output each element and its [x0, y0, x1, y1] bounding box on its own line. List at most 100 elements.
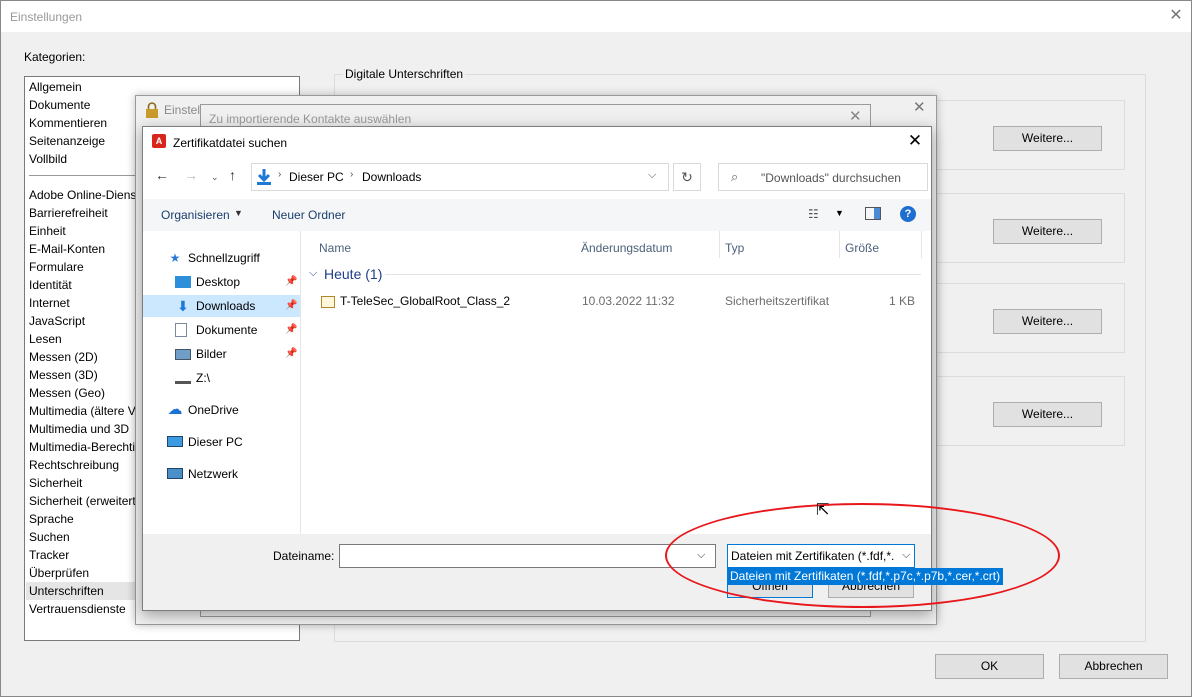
breadcrumb-chevron-icon[interactable]: › [350, 169, 353, 180]
up-arrow-icon[interactable]: ↑ [229, 167, 236, 183]
forward-arrow-icon[interactable]: → [184, 167, 198, 183]
file-name[interactable]: T-TeleSec_GlobalRoot_Class_2 [340, 294, 510, 308]
category-item[interactable]: Sicherheit (erweitert) [29, 492, 140, 510]
search-input[interactable]: ⌕ "Downloads" durchsuchen [718, 163, 928, 191]
nav-item-documents[interactable]: Dokumente 📌 [143, 319, 300, 341]
category-item[interactable]: Identität [29, 276, 72, 294]
nav-item-quick-access[interactable]: ★ Schnellzugriff [143, 247, 300, 269]
category-item[interactable]: Kommentieren [29, 114, 107, 132]
category-item[interactable]: Multimedia (ältere V [29, 402, 136, 420]
filename-input[interactable] [339, 544, 716, 568]
nav-label: Dokumente [196, 323, 258, 337]
category-item[interactable]: Vertrauensdienste [29, 600, 126, 618]
nav-item-network[interactable]: Netzwerk [143, 463, 300, 485]
category-item[interactable]: Sprache [29, 510, 74, 528]
more-button[interactable]: Weitere... [993, 219, 1102, 244]
category-item[interactable]: Überprüfen [29, 564, 89, 582]
pictures-icon [175, 349, 191, 360]
nav-label: Z:\ [196, 371, 210, 385]
nav-item-onedrive[interactable]: ☁ OneDrive [143, 399, 300, 421]
column-header-type[interactable]: Typ [725, 241, 744, 255]
settings-close-button[interactable]: ✕ [1166, 6, 1186, 26]
column-header-date[interactable]: Änderungsdatum [581, 241, 672, 255]
category-item[interactable]: Adobe Online-Dienst [29, 186, 140, 204]
category-item[interactable]: Suchen [29, 528, 70, 546]
file-size: 1 KB [889, 294, 916, 308]
category-item[interactable]: Lesen [29, 330, 62, 348]
breadcrumb-chevron-icon[interactable]: › [278, 169, 281, 180]
address-bar[interactable]: › Dieser PC › Downloads ⌵ [251, 163, 669, 191]
lock-icon [146, 102, 158, 118]
breadcrumb-this-pc[interactable]: Dieser PC [289, 170, 344, 184]
column-divider[interactable] [839, 231, 840, 258]
nav-item-downloads[interactable]: ⬇ Downloads 📌 [143, 295, 300, 317]
category-item[interactable]: Sicherheit [29, 474, 82, 492]
category-item[interactable]: Tracker [29, 546, 69, 564]
category-item[interactable]: Messen (3D) [29, 366, 98, 384]
more-button[interactable]: Weitere... [993, 402, 1102, 427]
nav-item-this-pc[interactable]: Dieser PC [143, 431, 300, 453]
column-header-size[interactable]: Größe [845, 241, 879, 255]
category-item[interactable]: Seitenanzeige [29, 132, 105, 150]
preview-pane-icon[interactable] [865, 207, 881, 220]
command-toolbar: Organisieren ▼ Neuer Ordner ☷ ▼ ? [143, 199, 931, 231]
dropdown-triangle-icon[interactable]: ▼ [234, 208, 243, 218]
help-icon[interactable]: ? [900, 206, 916, 222]
recent-locations-chevron-icon[interactable]: ⌄ [211, 172, 219, 183]
column-divider[interactable] [719, 231, 720, 258]
category-item[interactable]: E-Mail-Konten [29, 240, 105, 258]
pin-icon: 📌 [285, 324, 298, 335]
category-item[interactable]: Rechtschreibung [29, 456, 119, 474]
pdf-icon: A [152, 134, 166, 148]
category-item[interactable]: Formulare [29, 258, 84, 276]
more-button[interactable]: Weitere... [993, 309, 1102, 334]
close-icon[interactable]: ✕ [905, 131, 925, 151]
dropdown-triangle-icon[interactable]: ▼ [835, 208, 844, 218]
close-icon[interactable]: ✕ [849, 107, 862, 125]
file-dialog-titlebar: A Zertifikatdatei suchen ✕ [143, 127, 931, 157]
breadcrumb-downloads[interactable]: Downloads [362, 170, 421, 184]
pin-icon: 📌 [285, 300, 298, 311]
network-icon [167, 468, 183, 479]
chevron-down-icon[interactable]: ⌵ [648, 169, 656, 182]
group-divider [385, 274, 921, 275]
ok-button[interactable]: OK [935, 654, 1044, 679]
category-item[interactable]: Dokumente [29, 96, 90, 114]
category-item[interactable]: Barrierefreiheit [29, 204, 108, 222]
group-header[interactable]: Heute (1) [324, 266, 382, 282]
nav-item-pictures[interactable]: Bilder 📌 [143, 343, 300, 365]
nav-item-desktop[interactable]: Desktop 📌 [143, 271, 300, 293]
organize-button[interactable]: Organisieren [161, 208, 230, 222]
category-item[interactable]: Messen (2D) [29, 348, 98, 366]
more-button[interactable]: Weitere... [993, 126, 1102, 151]
column-divider[interactable] [921, 231, 922, 258]
search-icon: ⌕ [731, 169, 739, 184]
settings-title: Einstellungen [10, 10, 83, 24]
computer-icon [167, 436, 183, 447]
nav-label: Desktop [196, 275, 241, 289]
category-item[interactable]: JavaScript [29, 312, 85, 330]
category-item[interactable]: Einheit [29, 222, 66, 240]
nav-label: Schnellzugriff [188, 251, 260, 265]
chevron-down-icon[interactable]: ⌵ [309, 267, 317, 280]
category-item[interactable]: Vollbild [29, 150, 67, 168]
back-arrow-icon[interactable]: ← [155, 167, 169, 183]
file-date: 10.03.2022 11:32 [582, 294, 675, 308]
refresh-icon[interactable]: ↻ [673, 163, 701, 191]
close-icon[interactable]: ✕ [913, 98, 926, 116]
category-item[interactable]: Messen (Geo) [29, 384, 105, 402]
file-list: Name Änderungsdatum Typ Größe ⌵ Heute (1… [301, 231, 931, 534]
column-header-name[interactable]: Name [319, 241, 351, 255]
category-separator [29, 175, 149, 176]
cancel-button[interactable]: Abbrechen [1059, 654, 1168, 679]
file-type: Sicherheitszertifikat [725, 294, 830, 308]
category-item[interactable]: Internet [29, 294, 70, 312]
category-item[interactable]: Multimedia und 3D [29, 420, 129, 438]
nav-item-network-drive[interactable]: Z:\ [143, 367, 300, 389]
navigation-pane: ★ Schnellzugriff Desktop 📌 ⬇ Downloads 📌… [143, 231, 301, 534]
pin-icon: 📌 [285, 348, 298, 359]
category-item[interactable]: Allgemein [29, 78, 82, 96]
category-item[interactable]: Multimedia-Berechti [29, 438, 135, 456]
view-options-icon[interactable]: ☷ [808, 207, 819, 221]
new-folder-button[interactable]: Neuer Ordner [272, 208, 345, 222]
